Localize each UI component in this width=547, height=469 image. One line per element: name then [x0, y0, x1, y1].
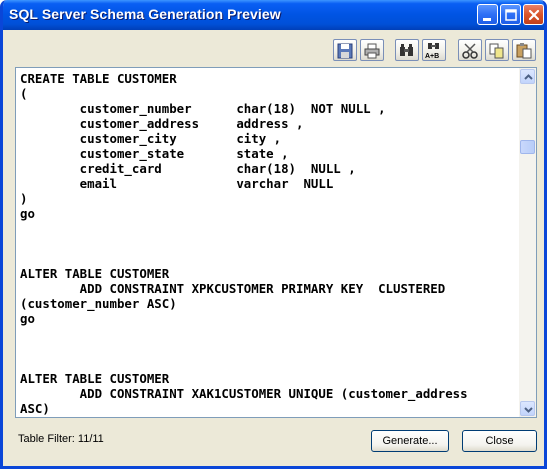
- print-button[interactable]: [360, 39, 384, 61]
- copy-icon: [489, 43, 504, 59]
- find-button[interactable]: [395, 39, 419, 61]
- cut-icon: [462, 43, 478, 59]
- chevron-up-icon: [524, 74, 533, 80]
- sql-line: [20, 356, 520, 371]
- sql-preview-text[interactable]: CREATE TABLE CUSTOMER( customer_number c…: [20, 71, 520, 416]
- sql-line: ADD CONSTRAINT XPKCUSTOMER PRIMARY KEY C…: [20, 281, 446, 296]
- title-bar[interactable]: SQL Server Schema Generation Preview: [3, 0, 544, 30]
- sql-line: [20, 221, 520, 236]
- minimize-button[interactable]: [477, 4, 498, 25]
- scroll-thumb[interactable]: [520, 140, 535, 154]
- svg-text:A+B: A+B: [425, 53, 439, 60]
- save-button[interactable]: [333, 39, 357, 61]
- close-icon: [528, 9, 540, 21]
- sql-line: ASC): [20, 401, 50, 416]
- minimize-icon: [483, 18, 491, 21]
- sql-line: [20, 341, 520, 356]
- sql-line: [20, 251, 520, 266]
- paste-button[interactable]: [512, 39, 536, 61]
- window-title: SQL Server Schema Generation Preview: [9, 6, 281, 22]
- sql-line: customer_address address ,: [20, 116, 304, 131]
- cut-button[interactable]: [458, 39, 482, 61]
- chevron-down-icon: [524, 407, 533, 413]
- sql-line: [20, 236, 520, 251]
- sql-line: go: [20, 206, 35, 221]
- sql-line: email varchar NULL: [20, 176, 334, 191]
- sql-line: ADD CONSTRAINT XAK1CUSTOMER UNIQUE (cust…: [20, 386, 468, 401]
- sql-line: (: [20, 86, 28, 101]
- close-window-button[interactable]: [523, 4, 544, 25]
- scroll-down-button[interactable]: [520, 401, 535, 416]
- generate-button[interactable]: Generate...: [371, 430, 449, 452]
- maximize-button[interactable]: [500, 4, 521, 25]
- copy-button[interactable]: [485, 39, 509, 61]
- sql-line: customer_city city ,: [20, 131, 282, 146]
- sql-line: ): [20, 191, 28, 206]
- print-icon: [364, 43, 380, 59]
- vertical-scrollbar[interactable]: [519, 68, 536, 417]
- scroll-up-button[interactable]: [520, 69, 535, 84]
- save-icon: [337, 43, 353, 59]
- sql-line: CREATE TABLE CUSTOMER: [20, 71, 177, 86]
- replace-button[interactable]: A+B: [422, 39, 446, 61]
- sql-line: ALTER TABLE CUSTOMER: [20, 266, 170, 281]
- sql-line: ALTER TABLE CUSTOMER: [20, 371, 170, 386]
- sql-line: (customer_number ASC): [20, 296, 177, 311]
- sql-line: customer_number char(18) NOT NULL ,: [20, 101, 386, 116]
- sql-line: customer_state state ,: [20, 146, 289, 161]
- schema-preview-window: SQL Server Schema Generation Preview A+B…: [0, 0, 547, 469]
- sql-line: [20, 326, 520, 341]
- sql-preview-pane[interactable]: CREATE TABLE CUSTOMER( customer_number c…: [15, 67, 537, 418]
- replace-icon: A+B: [425, 43, 439, 60]
- close-button[interactable]: Close: [462, 430, 537, 452]
- sql-line: go: [20, 311, 35, 326]
- find-icon: [400, 44, 413, 56]
- sql-line: credit_card char(18) NULL ,: [20, 161, 356, 176]
- table-filter-status: Table Filter: 11/11: [18, 433, 104, 445]
- maximize-icon: [505, 9, 517, 21]
- paste-icon: [516, 43, 532, 59]
